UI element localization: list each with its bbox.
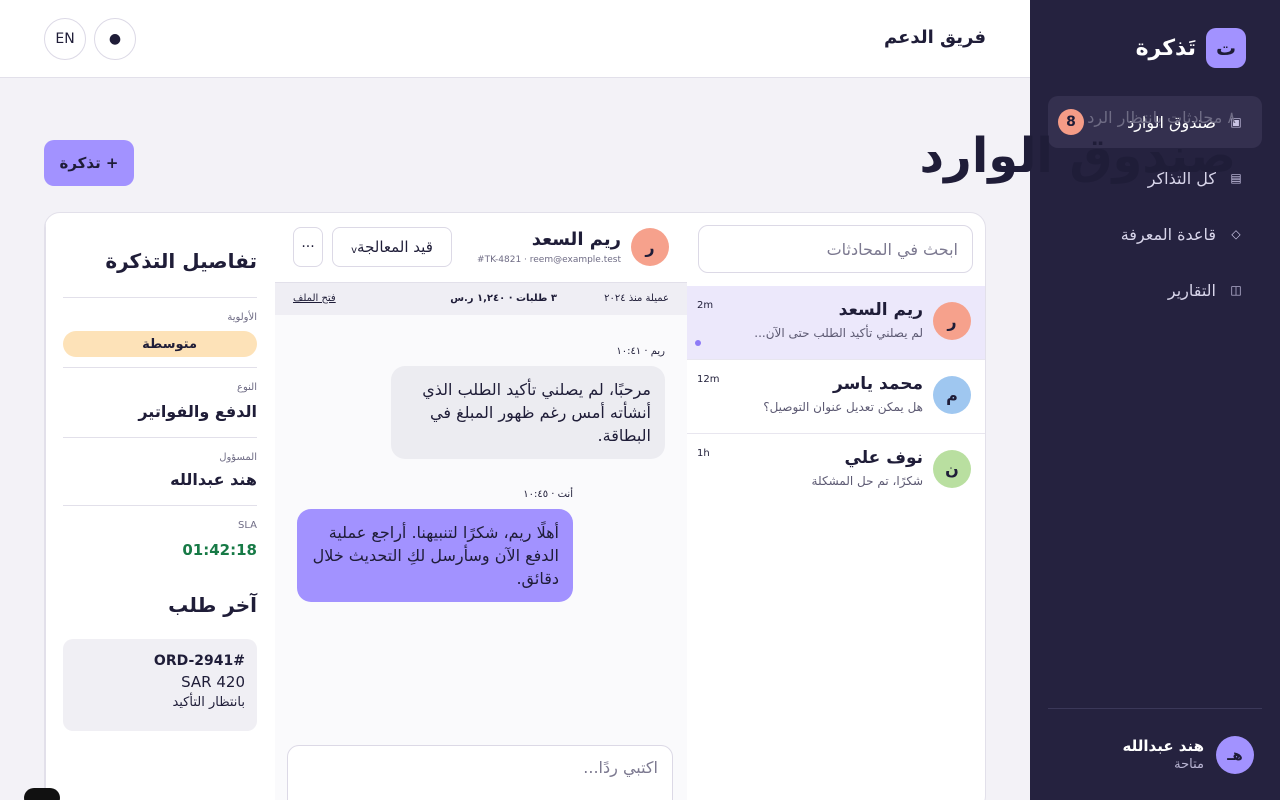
details-title: تفاصيل التذكرة: [105, 249, 257, 273]
list-item[interactable]: م محمد ياسر هل يمكن تعديل عنوان التوصيل؟…: [685, 360, 985, 434]
sla-row: SLA 01:42:18: [63, 505, 257, 575]
page-subtitle: ٨ محادثات بانتظار الرد: [1087, 108, 1236, 127]
open-file-link[interactable]: فتح الملف: [293, 293, 336, 304]
conversation-time: 1h: [697, 448, 710, 459]
order-status: بانتظار التأكيد: [172, 695, 245, 710]
sidebar-item-label: قاعدة المعرفة: [1120, 224, 1216, 244]
conversation-preview: هل يمكن تعديل عنوان التوصيل؟: [763, 400, 923, 414]
theme-toggle-button[interactable]: ●: [94, 18, 136, 60]
sidebar-item-knowledge-base[interactable]: ◇ قاعدة المعرفة: [1048, 208, 1262, 260]
ticket-details-panel: تفاصيل التذكرة الأولوية متوسطة النوع الد…: [45, 213, 275, 800]
conversation-time: 12m: [697, 374, 720, 385]
conversation-list: ر ريم السعد لم يصلني تأكيد الطلب حتى الآ…: [685, 286, 985, 508]
type-value: الدفع والفواتير: [138, 402, 257, 421]
order-id: ORD-2941#: [153, 653, 245, 669]
new-ticket-button[interactable]: + تذكرة: [44, 140, 134, 186]
topbar: فريق الدعم ● EN: [0, 0, 1030, 78]
chat-customer-name: ريم السعد: [531, 229, 621, 250]
priority-badge: متوسطة: [63, 331, 257, 357]
last-order-title: آخر طلب: [168, 593, 257, 617]
message-meta: أنت · ١٠:٤٥: [523, 489, 573, 500]
outgoing-message: أهلًا ريم، شكرًا لتنبيهنا. أراجع عملية ا…: [297, 509, 573, 602]
conversation-time: 2m: [697, 300, 714, 311]
sidebar-user[interactable]: هـ هند عبدالله متاحة: [1048, 708, 1262, 800]
type-row: النوع الدفع والفواتير: [63, 367, 257, 437]
type-label: النوع: [237, 382, 257, 393]
conversation-list-panel: ابحث في المحادثات ر ريم السعد لم يصلني ت…: [685, 213, 985, 800]
sla-label: SLA: [238, 520, 257, 531]
avatar: م: [933, 376, 971, 414]
incoming-message: مرحبًا، لم يصلني تأكيد الطلب الذي أنشأته…: [391, 366, 665, 459]
conversation-name: نوف علي: [844, 448, 923, 468]
conversation-name: محمد ياسر: [833, 374, 923, 394]
assignee-row: المسؤول هند عبدالله: [63, 437, 257, 505]
diamond-icon: ◇: [1231, 227, 1241, 241]
brand[interactable]: ت تَذكرة: [1136, 28, 1246, 68]
list-item[interactable]: ر ريم السعد لم يصلني تأكيد الطلب حتى الآ…: [685, 286, 985, 360]
team-title: فريق الدعم: [884, 27, 986, 48]
customer-stats: ٣ طلبات · ١,٢٤٠ ر.س: [450, 293, 557, 304]
customer-info-bar: عميلة منذ ٢٠٢٤ ٣ طلبات · ١,٢٤٠ ر.س فتح ا…: [275, 283, 687, 315]
order-amount: SAR 420: [181, 673, 245, 691]
avatar: ر: [631, 228, 669, 266]
language-button[interactable]: EN: [44, 18, 86, 60]
dot-icon: ●: [108, 31, 122, 47]
avatar: ن: [933, 450, 971, 488]
chat-customer-meta: TK-4821 · reem@example.test#: [477, 255, 621, 265]
sidebar-item-label: التقارير: [1167, 280, 1216, 300]
reply-input[interactable]: اكتبي ردًا...: [287, 745, 673, 800]
list-item[interactable]: ن نوف علي شكرًا، تم حل المشكلة 1h: [685, 434, 985, 508]
brand-name: تَذكرة: [1135, 35, 1196, 61]
conversation-preview: شكرًا، تم حل المشكلة: [811, 474, 923, 488]
brand-logo-icon: ت: [1206, 28, 1246, 68]
chat-header: ر ريم السعد TK-4821 · reem@example.test#…: [275, 213, 687, 283]
chat-panel: ر ريم السعد TK-4821 · reem@example.test#…: [275, 213, 687, 800]
avatar: هـ: [1216, 735, 1254, 774]
columns-icon: ◫: [1230, 283, 1242, 297]
unread-dot-icon: [695, 340, 701, 346]
priority-label: الأولوية: [227, 312, 257, 323]
sidebar-item-reports[interactable]: ◫ التقارير: [1048, 264, 1262, 316]
conversation-name: ريم السعد: [838, 300, 923, 320]
search-input[interactable]: ابحث في المحادثات: [698, 225, 973, 273]
user-status: متاحة: [1174, 757, 1204, 772]
sla-timer: 01:42:18: [182, 541, 257, 559]
priority-row: الأولوية متوسطة: [63, 297, 257, 367]
floating-widget[interactable]: [24, 788, 60, 800]
assignee-label: المسؤول: [219, 452, 257, 463]
message-meta: ريم · ١٠:٤١: [616, 346, 665, 357]
status-dropdown[interactable]: قيد المعالجة v: [332, 227, 452, 267]
customer-since: عميلة منذ ٢٠٢٤: [604, 293, 669, 304]
user-name: هند عبدالله: [1122, 737, 1204, 755]
page-title: صندوق الوارد: [919, 128, 1236, 184]
more-options-button[interactable]: ···: [293, 227, 323, 267]
conversation-preview: لم يصلني تأكيد الطلب حتى الآن...: [754, 326, 923, 340]
avatar: ر: [933, 302, 971, 340]
assignee-value: هند عبدالله: [170, 470, 257, 489]
inbox-card: ابحث في المحادثات ر ريم السعد لم يصلني ت…: [44, 212, 986, 800]
last-order-card[interactable]: ORD-2941# SAR 420 بانتظار التأكيد: [63, 639, 257, 731]
chevron-down-icon: v: [351, 244, 358, 256]
status-value: قيد المعالجة: [357, 238, 433, 256]
